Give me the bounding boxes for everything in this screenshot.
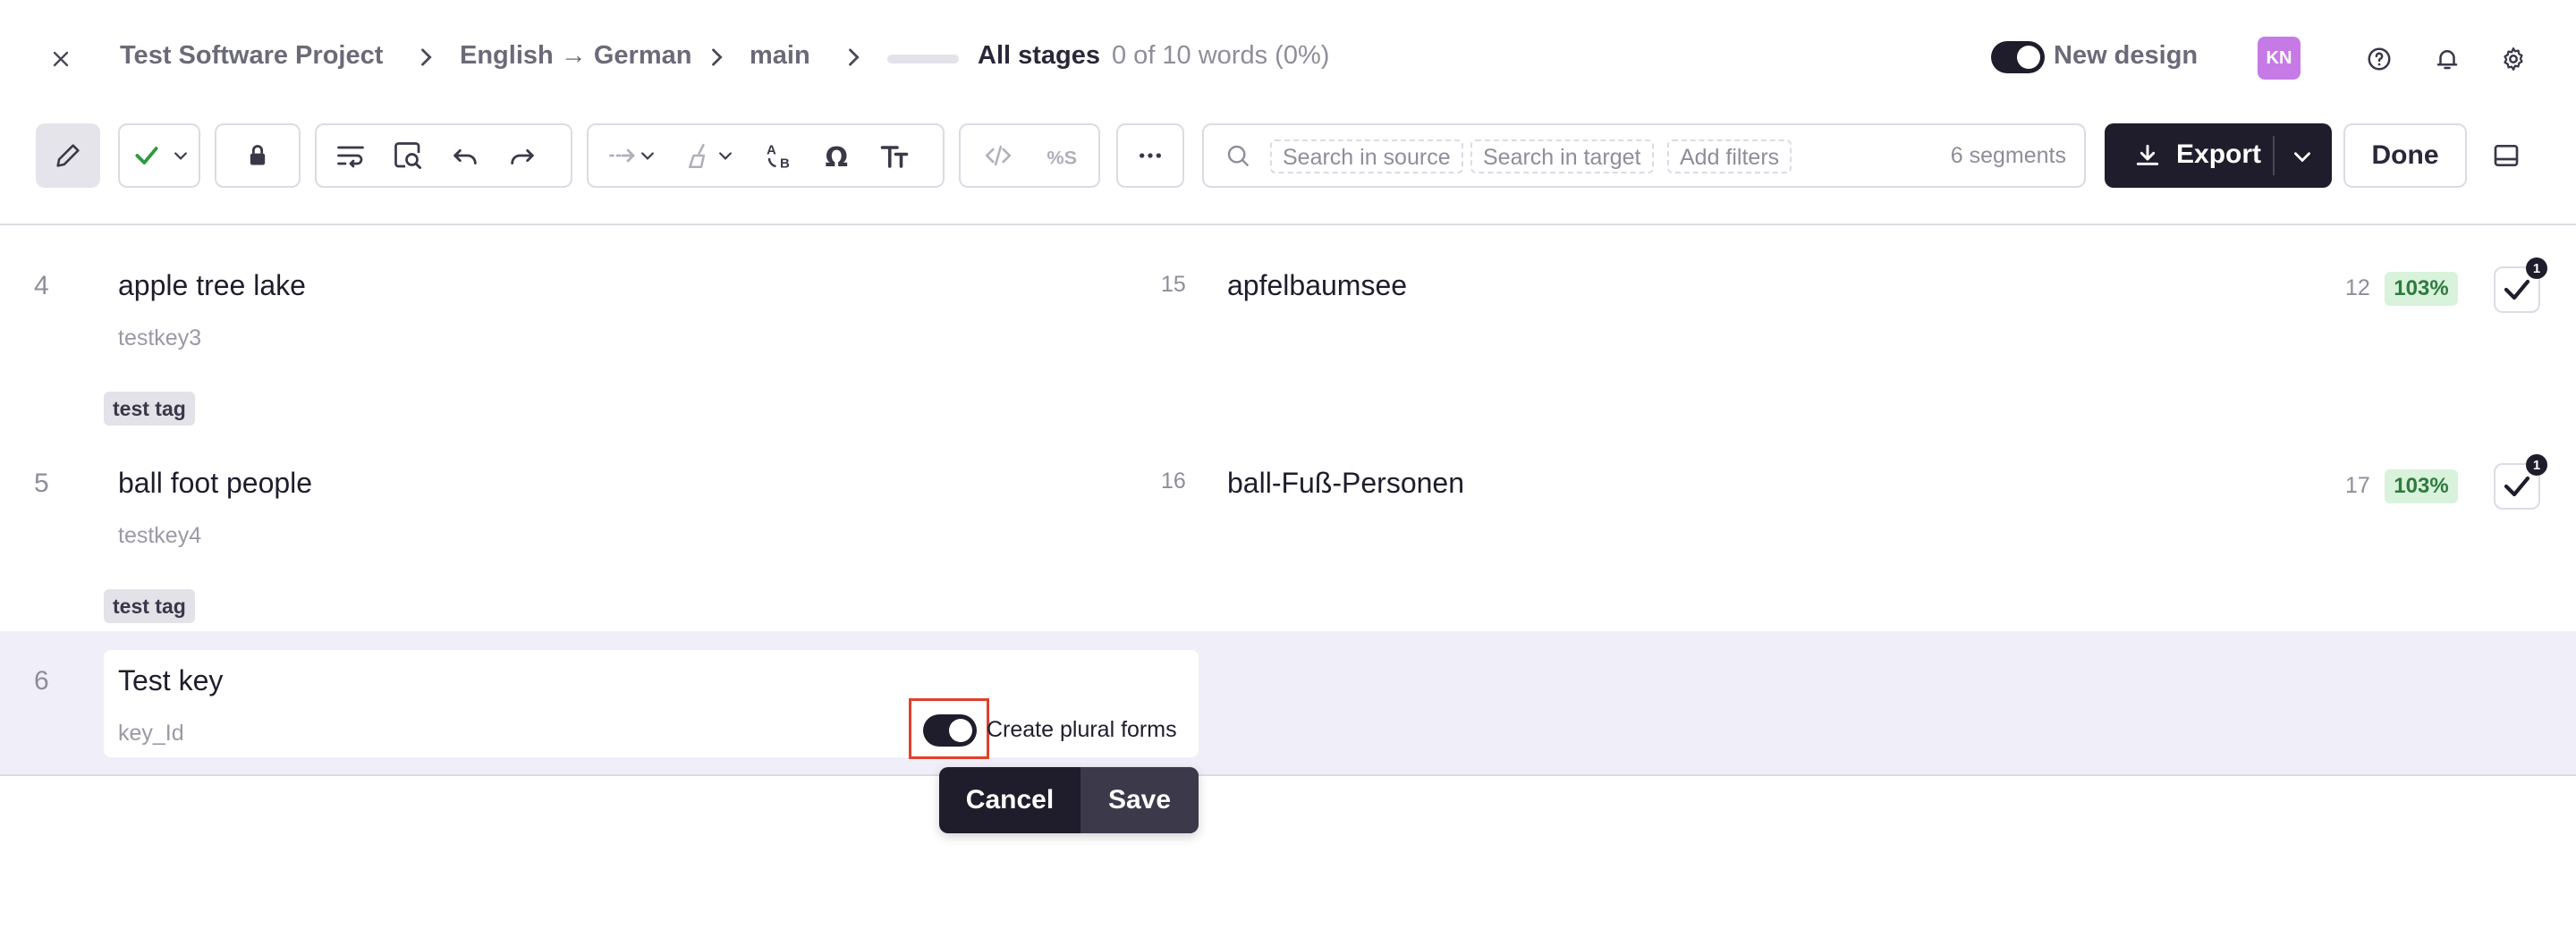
new-design-toggle[interactable] xyxy=(1991,41,2045,73)
string-key: key_Id xyxy=(118,721,184,746)
placeholder-icon[interactable]: %S xyxy=(1036,125,1089,186)
find-replace-icon[interactable] xyxy=(381,125,435,186)
search-icon xyxy=(1227,145,1249,166)
confirm-segment-button[interactable]: 1 xyxy=(2494,454,2547,510)
panel-layout-icon[interactable] xyxy=(2488,139,2524,172)
edit-actions: Cancel Save xyxy=(939,767,1199,833)
source-char-count: 15 xyxy=(1161,272,1186,297)
chevron-down-icon[interactable] xyxy=(2291,145,2314,168)
lock-button[interactable] xyxy=(215,123,301,188)
svg-text:Ω: Ω xyxy=(826,142,849,172)
download-icon xyxy=(2136,144,2159,165)
arrow-right-icon xyxy=(609,148,635,163)
segment-count: 6 segments xyxy=(1950,143,2066,168)
done-button[interactable]: Done xyxy=(2343,123,2467,188)
string-key: testkey4 xyxy=(118,523,202,548)
target-text[interactable]: ball-Fuß-Personen xyxy=(1227,467,1464,500)
breadcrumb-branch[interactable]: main xyxy=(750,41,810,71)
svg-text:B: B xyxy=(780,156,790,172)
plural-forms-label: Create plural forms xyxy=(987,717,1177,742)
toolbar-divider xyxy=(0,224,2576,225)
breadcrumb-project[interactable]: Test Software Project xyxy=(120,41,383,71)
segment-tag[interactable]: test tag xyxy=(104,392,195,426)
export-label: Export xyxy=(2176,139,2262,169)
source-text[interactable]: apple tree lake xyxy=(118,269,306,302)
gear-icon[interactable] xyxy=(2497,43,2529,75)
undo-icon[interactable] xyxy=(438,125,492,186)
bell-icon[interactable] xyxy=(2431,43,2463,75)
chevron-right-icon xyxy=(849,48,860,66)
cancel-button[interactable]: Cancel xyxy=(939,767,1080,833)
clear-dropdown[interactable] xyxy=(674,125,746,186)
status-dropdown[interactable] xyxy=(118,123,200,188)
edit-mode-button[interactable] xyxy=(36,123,100,188)
search-bar: Search in source Search in target Add fi… xyxy=(1202,123,2086,188)
confirm-segment-button[interactable]: 1 xyxy=(2494,257,2547,313)
avatar[interactable]: KN xyxy=(2258,37,2301,80)
target-char-count: 12 xyxy=(2345,275,2370,300)
code-icon[interactable] xyxy=(971,125,1025,186)
more-options-button[interactable] xyxy=(1116,123,1184,188)
chevron-down-icon xyxy=(174,152,187,160)
source-text[interactable]: ball foot people xyxy=(118,467,312,500)
segment-number: 6 xyxy=(34,666,49,696)
match-percent-badge: 103% xyxy=(2385,469,2458,503)
stage-selector[interactable]: All stages xyxy=(978,41,1100,71)
lock-icon xyxy=(250,145,266,165)
spellcheck-icon[interactable]: AB xyxy=(753,125,807,186)
add-filters-chip[interactable]: Add filters xyxy=(1667,139,1792,173)
target-char-count: 17 xyxy=(2345,473,2370,498)
segment-number: 5 xyxy=(34,468,49,498)
chevron-down-icon xyxy=(719,152,732,160)
target-text[interactable]: apfelbaumsee xyxy=(1227,269,1407,302)
plural-forms-toggle[interactable] xyxy=(923,714,977,747)
broom-icon xyxy=(688,143,706,169)
help-icon[interactable] xyxy=(2363,43,2395,75)
save-button[interactable]: Save xyxy=(1080,767,1199,833)
source-text-input[interactable]: Test key xyxy=(118,664,223,697)
wrap-icon[interactable] xyxy=(324,125,377,186)
word-progress-text: 0 of 10 words (0%) xyxy=(1112,41,1330,70)
svg-text:A: A xyxy=(767,143,776,158)
format-tools-group: AB Ω xyxy=(587,123,945,188)
source-char-count: 16 xyxy=(1161,468,1186,494)
chevron-right-icon xyxy=(421,48,432,66)
omega-icon[interactable]: Ω xyxy=(810,125,864,186)
search-source-chip[interactable]: Search in source xyxy=(1270,139,1463,173)
notification-badge: 1 xyxy=(2526,257,2547,279)
match-percent-badge: 103% xyxy=(2385,272,2458,306)
export-button[interactable]: Export xyxy=(2105,123,2332,188)
divider xyxy=(2273,136,2275,175)
segment-number: 4 xyxy=(34,271,49,300)
copy-source-dropdown[interactable] xyxy=(596,125,667,186)
pencil-icon xyxy=(56,144,80,167)
close-icon[interactable] xyxy=(45,43,77,75)
stage-progress-bar xyxy=(887,55,959,63)
search-target-chip[interactable]: Search in target xyxy=(1470,139,1654,173)
check-icon xyxy=(2504,476,2530,497)
svg-text:%S: %S xyxy=(1046,147,1077,169)
new-design-label: New design xyxy=(2054,41,2199,70)
segment-tag[interactable]: test tag xyxy=(104,589,195,623)
edit-tools-group xyxy=(315,123,572,188)
code-tools-group: %S xyxy=(959,123,1100,188)
check-icon xyxy=(2504,279,2530,300)
text-size-icon[interactable] xyxy=(868,125,921,186)
string-key: testkey3 xyxy=(118,325,202,350)
breadcrumb-language[interactable]: English → German xyxy=(460,41,691,71)
check-icon xyxy=(135,147,158,165)
notification-badge: 1 xyxy=(2526,454,2547,476)
redo-icon[interactable] xyxy=(496,125,549,186)
more-horizontal-icon xyxy=(1140,153,1161,158)
chevron-right-icon xyxy=(712,48,723,66)
top-bar: Test Software Project English → German m… xyxy=(0,0,2576,118)
chevron-down-icon xyxy=(641,152,654,160)
